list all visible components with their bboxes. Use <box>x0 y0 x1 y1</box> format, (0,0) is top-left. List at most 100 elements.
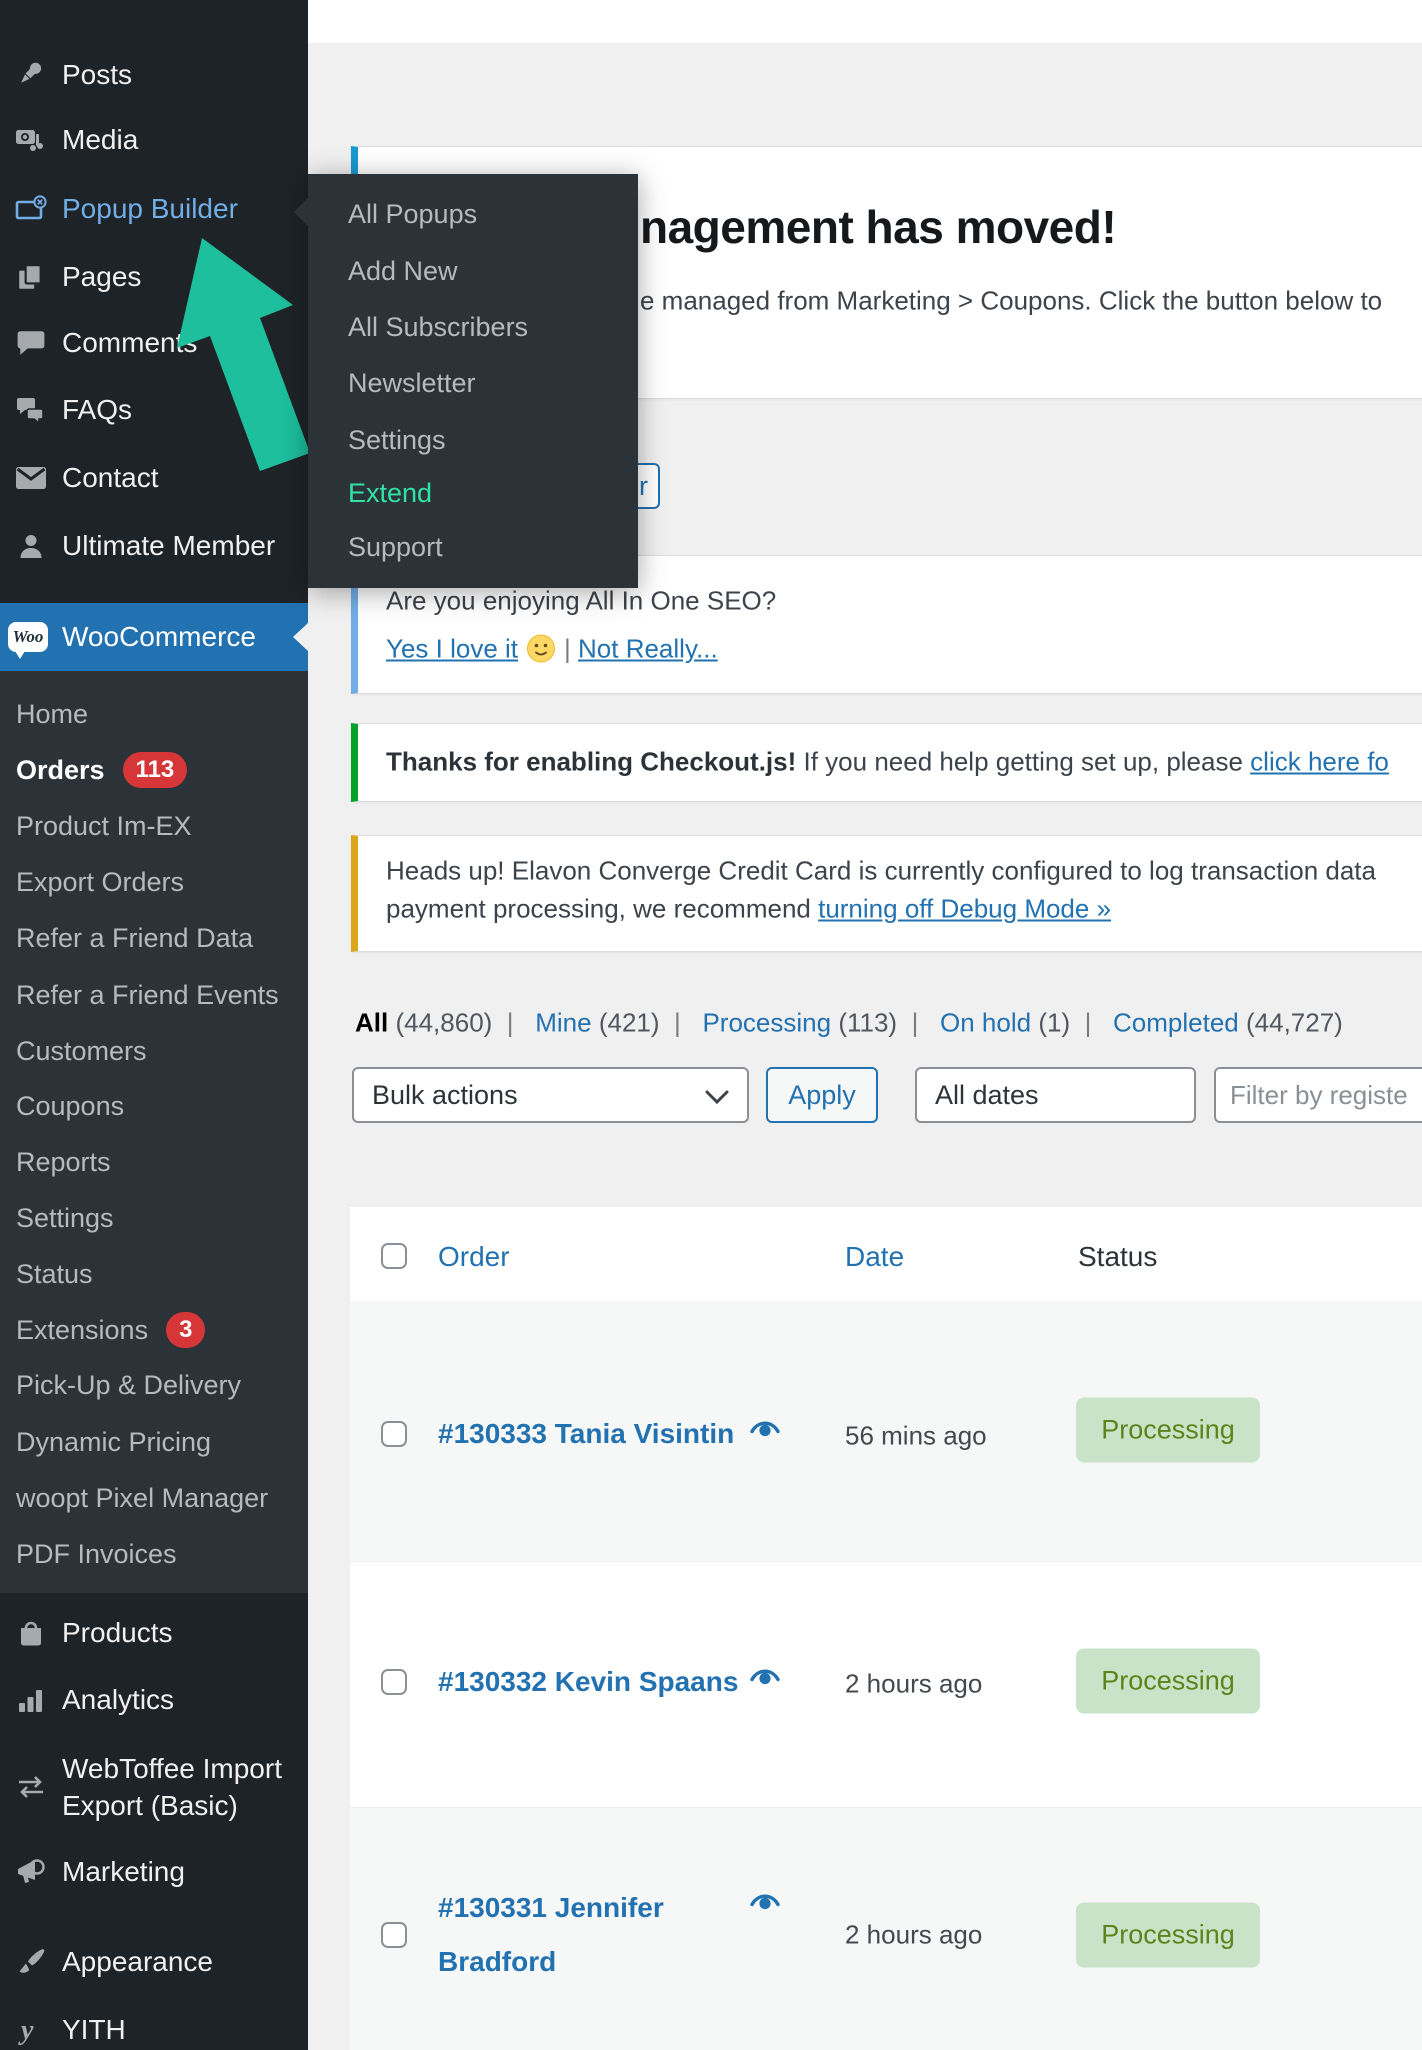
popup-builder-flyout: All Popups Add New All Subscribers Newsl… <box>294 174 638 588</box>
filter-completed[interactable]: Completed <box>1113 1008 1239 1038</box>
comment-icon <box>0 329 62 357</box>
popup-builder-icon <box>0 194 62 224</box>
sidebar-item-pickup-delivery[interactable]: Pick-Up & Delivery <box>16 1361 308 1409</box>
sidebar-item-home[interactable]: Home <box>16 690 308 738</box>
sidebar-item-export-orders[interactable]: Export Orders <box>16 858 308 906</box>
aioseo-question: Are you enjoying All In One SEO? <box>386 585 777 616</box>
shopping-bag-icon <box>0 1619 62 1647</box>
order-link[interactable]: #130331 Jennifer <box>438 1892 664 1924</box>
sidebar-item-posts[interactable]: Posts <box>0 47 308 103</box>
yith-y-icon: y <box>0 2015 62 2045</box>
sidebar-item-yith[interactable]: y YITH <box>0 2002 308 2050</box>
order-date: 2 hours ago <box>845 1668 983 1699</box>
order-link[interactable]: #130332 Kevin Spaans <box>438 1666 738 1698</box>
apply-button[interactable]: Apply <box>766 1067 878 1123</box>
flyout-item-newsletter[interactable]: Newsletter <box>348 359 476 407</box>
bar-chart-icon <box>0 1686 62 1714</box>
column-header-order[interactable]: Order <box>438 1241 510 1273</box>
sidebar-item-analytics[interactable]: Analytics <box>0 1672 308 1728</box>
filter-customer-input[interactable] <box>1214 1067 1422 1123</box>
aioseo-no-link[interactable]: Not Really... <box>578 634 718 664</box>
flyout-item-all-subscribers[interactable]: All Subscribers <box>348 303 528 351</box>
status-badge: Processing <box>1076 1902 1260 1968</box>
top-white-strip <box>308 0 1422 43</box>
preview-eye-icon[interactable] <box>750 1667 780 1694</box>
sidebar-item-settings[interactable]: Settings <box>16 1194 308 1242</box>
sidebar-item-refer-friend-data[interactable]: Refer a Friend Data <box>16 914 308 962</box>
sidebar-item-orders[interactable]: Orders 113 <box>16 746 308 794</box>
all-dates-select[interactable]: All dates <box>915 1067 1196 1123</box>
sidebar-item-product-im-ex[interactable]: Product Im-EX <box>16 802 308 850</box>
row-checkbox[interactable] <box>381 1421 407 1447</box>
row-checkbox[interactable] <box>381 1669 407 1695</box>
sidebar-item-appearance[interactable]: Appearance <box>0 1934 308 1990</box>
preview-eye-icon[interactable] <box>750 1892 780 1919</box>
select-all-checkbox[interactable] <box>381 1243 407 1269</box>
sidebar-item-ultimate-member[interactable]: Ultimate Member <box>0 518 308 574</box>
preview-eye-icon[interactable] <box>750 1419 780 1446</box>
flyout-item-all-popups[interactable]: All Popups <box>348 190 477 238</box>
sidebar-item-faqs[interactable]: FAQs <box>0 382 308 438</box>
debug-mode-link[interactable]: turning off Debug Mode » <box>818 894 1111 924</box>
pushpin-icon <box>0 60 62 90</box>
column-header-status: Status <box>1078 1241 1158 1272</box>
status-badge: Processing <box>1076 1397 1260 1463</box>
row-checkbox[interactable] <box>381 1922 407 1948</box>
sidebar-item-refer-friend-events[interactable]: Refer a Friend Events <box>16 971 308 1019</box>
chevron-down-icon <box>705 1080 729 1111</box>
envelope-icon <box>0 466 62 490</box>
woocommerce-icon: Woo <box>8 622 48 659</box>
checkout-help-link[interactable]: click here fo <box>1250 747 1389 777</box>
sidebar-item-media[interactable]: Media <box>0 112 308 168</box>
sidebar-item-marketing[interactable]: Marketing <box>0 1844 308 1900</box>
filter-all[interactable]: All <box>355 1008 388 1038</box>
filter-mine[interactable]: Mine <box>535 1008 591 1038</box>
pages-icon <box>0 262 62 292</box>
brush-icon <box>0 1948 62 1976</box>
column-header-date[interactable]: Date <box>845 1241 904 1273</box>
sidebar-item-woopt-pixel-manager[interactable]: woopt Pixel Manager <box>16 1474 308 1522</box>
extensions-count-badge: 3 <box>166 1312 206 1348</box>
flyout-notch <box>294 198 308 226</box>
filter-on-hold[interactable]: On hold <box>940 1008 1031 1038</box>
sidebar-item-reports[interactable]: Reports <box>16 1138 308 1186</box>
sidebar-item-coupons[interactable]: Coupons <box>16 1082 308 1130</box>
aioseo-yes-link[interactable]: Yes I love it <box>386 634 518 664</box>
chat-bubbles-icon <box>0 396 62 424</box>
smiley-icon <box>526 634 556 671</box>
checkout-notice-text: Thanks for enabling Checkout.js! If you … <box>386 746 1389 777</box>
sidebar-item-woocommerce[interactable]: Woo WooCommerce <box>0 603 308 671</box>
moved-notice-body: e managed from Marketing > Coupons. Clic… <box>640 285 1383 316</box>
sidebar-item-pdf-invoices[interactable]: PDF Invoices <box>16 1530 308 1578</box>
sidebar-item-extensions[interactable]: Extensions 3 <box>16 1306 308 1354</box>
sidebar-item-pages[interactable]: Pages <box>0 249 308 305</box>
filter-processing[interactable]: Processing <box>702 1008 831 1038</box>
admin-sidebar: Posts Media Popup Builder Pages Comments… <box>0 0 308 2050</box>
active-item-notch <box>293 623 308 651</box>
flyout-item-support[interactable]: Support <box>348 523 443 571</box>
sidebar-item-comments[interactable]: Comments <box>0 315 308 371</box>
sidebar-item-customers[interactable]: Customers <box>16 1027 308 1075</box>
order-date: 56 mins ago <box>845 1420 987 1451</box>
moved-notice-heading: nagement has moved! <box>640 201 1117 253</box>
flyout-item-add-new[interactable]: Add New <box>348 247 458 295</box>
order-link[interactable]: #130333 Tania Visintin <box>438 1418 734 1450</box>
sidebar-item-status[interactable]: Status <box>16 1250 308 1298</box>
woocommerce-orders-page: nagement has moved! e managed from Marke… <box>0 0 1422 2050</box>
elavon-line2: payment processing, we recommend turning… <box>386 893 1112 924</box>
sidebar-item-products[interactable]: Products <box>0 1605 308 1661</box>
sidebar-item-webtoffee[interactable]: WebToffee Import Export (Basic) <box>0 1740 308 1833</box>
flyout-item-settings[interactable]: Settings <box>348 416 446 464</box>
sidebar-item-contact[interactable]: Contact <box>0 450 308 506</box>
flyout-item-extend[interactable]: Extend <box>348 469 432 517</box>
bulk-actions-select[interactable]: Bulk actions <box>352 1067 749 1123</box>
sidebar-item-dynamic-pricing[interactable]: Dynamic Pricing <box>16 1418 308 1466</box>
order-status-filters: All (44,860) | Mine (421) | Processing (… <box>355 1007 1343 1038</box>
sidebar-item-popup-builder[interactable]: Popup Builder <box>0 181 308 237</box>
order-link-line2[interactable]: Bradford <box>438 1946 556 1978</box>
svg-text:y: y <box>18 2015 34 2045</box>
import-export-arrows-icon <box>0 1774 62 1800</box>
status-badge: Processing <box>1076 1648 1260 1714</box>
elavon-line1: Heads up! Elavon Converge Credit Card is… <box>386 855 1376 886</box>
order-date: 2 hours ago <box>845 1919 983 1950</box>
